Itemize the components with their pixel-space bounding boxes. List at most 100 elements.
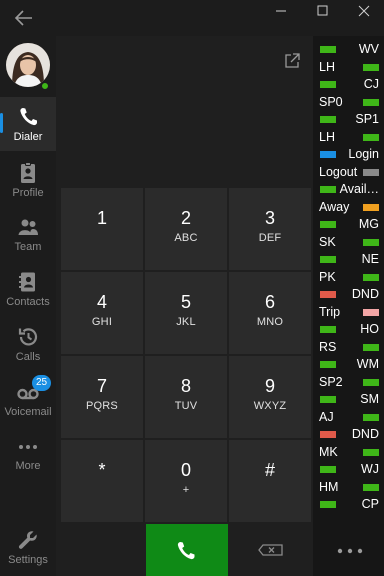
back-button[interactable]	[12, 8, 36, 28]
status-label: DND	[351, 427, 379, 441]
status-label: Logout	[319, 164, 358, 179]
status-label: CP	[361, 497, 379, 511]
key-8[interactable]: 8 TUV	[145, 356, 227, 438]
nav-item-contacts[interactable]: Contacts	[0, 262, 56, 316]
status-row[interactable]: HO	[313, 321, 384, 338]
key-digit: 1	[96, 208, 107, 228]
maximize-button[interactable]	[308, 2, 336, 20]
team-icon	[18, 219, 38, 235]
nav-item-dialer[interactable]: Dialer	[0, 97, 56, 151]
status-color-bar	[320, 81, 336, 88]
status-row[interactable]: PK	[313, 269, 384, 286]
key-5[interactable]: 5 JKL	[145, 272, 227, 354]
avatar[interactable]	[6, 43, 50, 87]
minimize-button[interactable]	[267, 2, 295, 20]
status-color-bar	[320, 431, 336, 438]
key-letters: ABC	[174, 232, 198, 244]
nav-item-voicemail[interactable]: Voicemail 25	[0, 372, 56, 426]
status-row[interactable]: Away	[313, 199, 384, 216]
call-button[interactable]	[146, 524, 228, 576]
status-row[interactable]: WM	[313, 356, 384, 373]
status-row[interactable]: MK	[313, 444, 384, 461]
status-label: HM	[319, 479, 339, 494]
close-icon	[358, 5, 370, 17]
status-row[interactable]: SK	[313, 234, 384, 251]
status-label: SP0	[319, 94, 343, 109]
nav-label: Contacts	[6, 296, 50, 308]
key-0[interactable]: 0 +	[145, 440, 227, 522]
status-label: WM	[356, 357, 379, 371]
key-6[interactable]: 6 MNO	[229, 272, 311, 354]
key-digit: 8	[180, 376, 191, 396]
key-star[interactable]: *	[61, 440, 143, 522]
nav-item-profile[interactable]: Profile	[0, 153, 56, 207]
status-row[interactable]: CP	[313, 496, 384, 513]
status-row[interactable]: Logout	[313, 164, 384, 181]
key-2[interactable]: 2 ABC	[145, 188, 227, 270]
key-1[interactable]: 1	[61, 188, 143, 270]
voicemail-count-badge: 25	[32, 375, 52, 391]
more-options-button[interactable]	[335, 544, 365, 558]
presence-indicator	[41, 82, 49, 90]
status-color-bar	[320, 291, 336, 298]
phone-icon	[20, 108, 37, 126]
status-label: Avail…	[339, 182, 379, 196]
maximize-icon	[317, 5, 328, 16]
nav-item-calls[interactable]: Calls	[0, 317, 56, 371]
contacts-book-icon	[19, 272, 35, 292]
status-color-bar	[320, 46, 336, 53]
status-color-bar	[363, 98, 379, 106]
nav-label: Calls	[15, 351, 41, 363]
status-label: MG	[358, 217, 379, 231]
status-row[interactable]: SP2	[313, 374, 384, 391]
key-9[interactable]: 9 WXYZ	[229, 356, 311, 438]
status-row[interactable]: AJ	[313, 409, 384, 426]
close-button[interactable]	[350, 2, 378, 20]
status-row[interactable]: LH	[313, 129, 384, 146]
status-color-bar	[363, 413, 379, 421]
status-label: Login	[348, 147, 379, 161]
status-color-bar	[320, 466, 336, 473]
backspace-button[interactable]	[230, 524, 312, 576]
status-label: LH	[319, 59, 335, 74]
status-row[interactable]: DND	[313, 286, 384, 303]
status-color-bar	[363, 273, 379, 281]
status-row[interactable]: SP0	[313, 94, 384, 111]
nav-label: More	[15, 460, 41, 472]
status-row[interactable]: SP1	[313, 111, 384, 128]
status-row[interactable]: WJ	[313, 461, 384, 478]
nav-item-more[interactable]: More	[0, 426, 56, 480]
key-letters: MNO	[256, 316, 284, 328]
status-row[interactable]: Avail…	[313, 181, 384, 198]
external-link-icon	[285, 53, 300, 68]
status-row[interactable]: RS	[313, 339, 384, 356]
key-hash[interactable]: #	[229, 440, 311, 522]
status-row[interactable]: NE	[313, 251, 384, 268]
status-row[interactable]: Trip	[313, 304, 384, 321]
status-color-bar	[363, 448, 379, 456]
status-color-bar	[363, 308, 379, 316]
nav-item-settings[interactable]: Settings	[0, 520, 56, 574]
nav-item-team[interactable]: Team	[0, 207, 56, 261]
key-7[interactable]: 7 PQRS	[61, 356, 143, 438]
status-row[interactable]: SM	[313, 391, 384, 408]
key-4[interactable]: 4 GHI	[61, 272, 143, 354]
backspace-icon	[258, 544, 283, 556]
status-row[interactable]: CJ	[313, 76, 384, 93]
key-3[interactable]: 3 DEF	[229, 188, 311, 270]
status-row[interactable]: WV	[313, 41, 384, 58]
status-row[interactable]: DND	[313, 426, 384, 443]
status-row[interactable]: MG	[313, 216, 384, 233]
status-color-bar	[363, 203, 379, 211]
status-row[interactable]: LH	[313, 59, 384, 76]
status-color-bar	[320, 501, 336, 508]
status-row[interactable]: Login	[313, 146, 384, 163]
status-color-bar	[363, 378, 379, 386]
key-digit: *	[98, 460, 106, 480]
popout-button[interactable]	[283, 52, 301, 70]
status-row[interactable]: HM	[313, 479, 384, 496]
nav-label: Profile	[12, 187, 44, 199]
status-color-bar	[320, 221, 336, 228]
ellipsis-icon	[19, 445, 37, 449]
minimize-icon	[276, 10, 286, 12]
